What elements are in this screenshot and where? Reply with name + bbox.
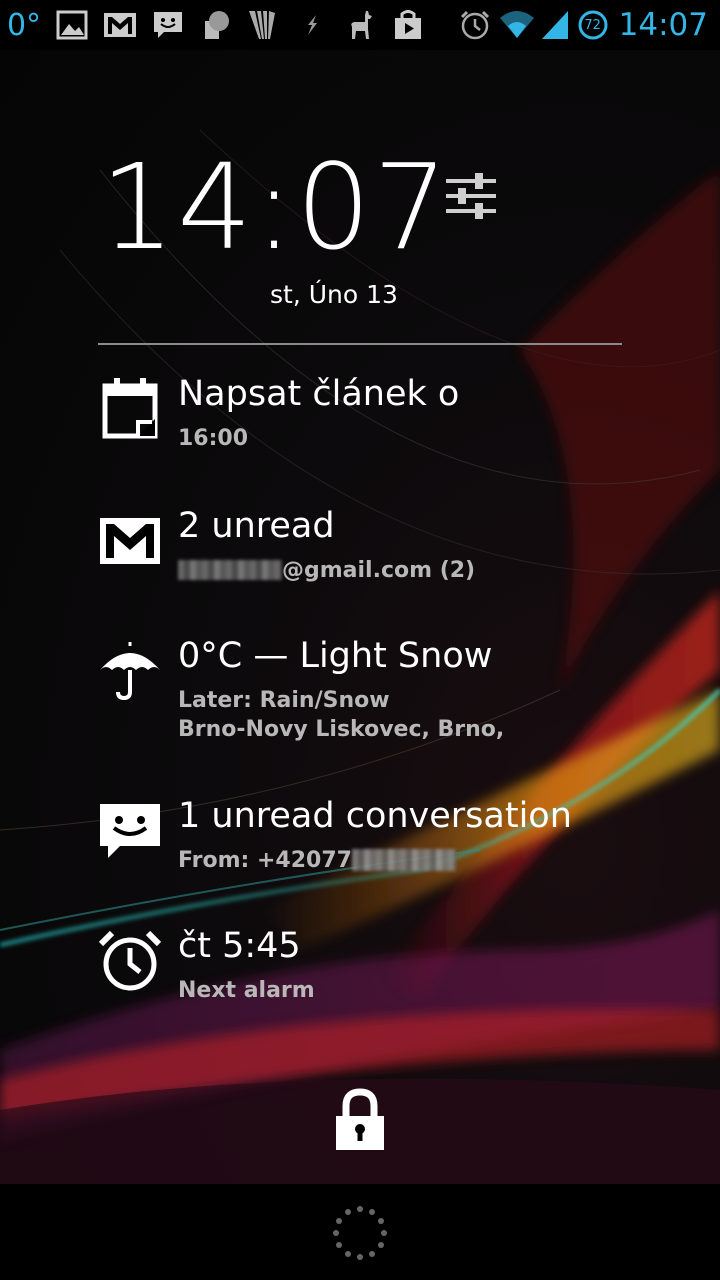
weather-current: 0°C — Light Snow (178, 636, 493, 676)
battery-icon: 72 (573, 0, 613, 50)
calendar-widget[interactable]: Napsat článek o 16:00 (98, 374, 658, 454)
weather-later: Later: Rain/Snow (178, 688, 390, 713)
llama-icon (336, 0, 384, 50)
wifi-icon (497, 0, 537, 50)
lock-icon[interactable] (334, 1088, 386, 1152)
alarm-widget[interactable]: čt 5:45 Next alarm (98, 926, 658, 1016)
gmail-widget[interactable]: 2 unread @gmail.com (2) (98, 506, 658, 596)
lockscreen-date: st, Úno 13 (270, 280, 398, 309)
calendar-event-title: Napsat článek o (178, 374, 460, 414)
calendar-icon (98, 378, 162, 442)
sms-icon (98, 800, 162, 864)
alarm-icon (98, 930, 162, 994)
app-icon (240, 0, 288, 50)
lightning-icon (288, 0, 336, 50)
alarm-label: Next alarm (178, 978, 315, 1003)
gmail-icon (96, 0, 144, 50)
contact-icon (192, 0, 240, 50)
gmail-account: @gmail.com (2) (178, 558, 475, 583)
signal-icon (537, 0, 573, 50)
weather-location: Brno-Novy Liskovec, Brno, (178, 717, 505, 742)
messaging-icon (144, 0, 192, 50)
battery-level: 72 (584, 18, 601, 33)
alarm-icon (453, 0, 497, 50)
redacted-text (351, 849, 456, 871)
gmail-unread-count: 2 unread (178, 506, 335, 546)
lockscreen-clock: 14:07 (100, 138, 451, 276)
sms-sender: From: +42077 (178, 848, 456, 873)
play-store-icon (384, 0, 432, 50)
temperature-icon: 0° (6, 7, 42, 43)
divider (98, 343, 622, 345)
sliders-icon[interactable] (440, 165, 502, 227)
umbrella-icon (98, 640, 162, 704)
calendar-event-time: 16:00 (178, 426, 249, 451)
gallery-icon (48, 0, 96, 50)
sms-unread: 1 unread conversation (178, 796, 572, 836)
status-time: 14:07 (618, 7, 708, 43)
weather-widget[interactable]: 0°C — Light Snow Later: Rain/Snow Brno-N… (98, 636, 658, 746)
gmail-icon (98, 510, 162, 574)
status-bar[interactable]: 0° 72 14:07 (0, 0, 720, 50)
loading-spinner-icon (332, 1205, 388, 1261)
alarm-time: čt 5:45 (178, 926, 301, 966)
redacted-text (178, 560, 282, 580)
sms-widget[interactable]: 1 unread conversation From: +42077 (98, 796, 658, 886)
